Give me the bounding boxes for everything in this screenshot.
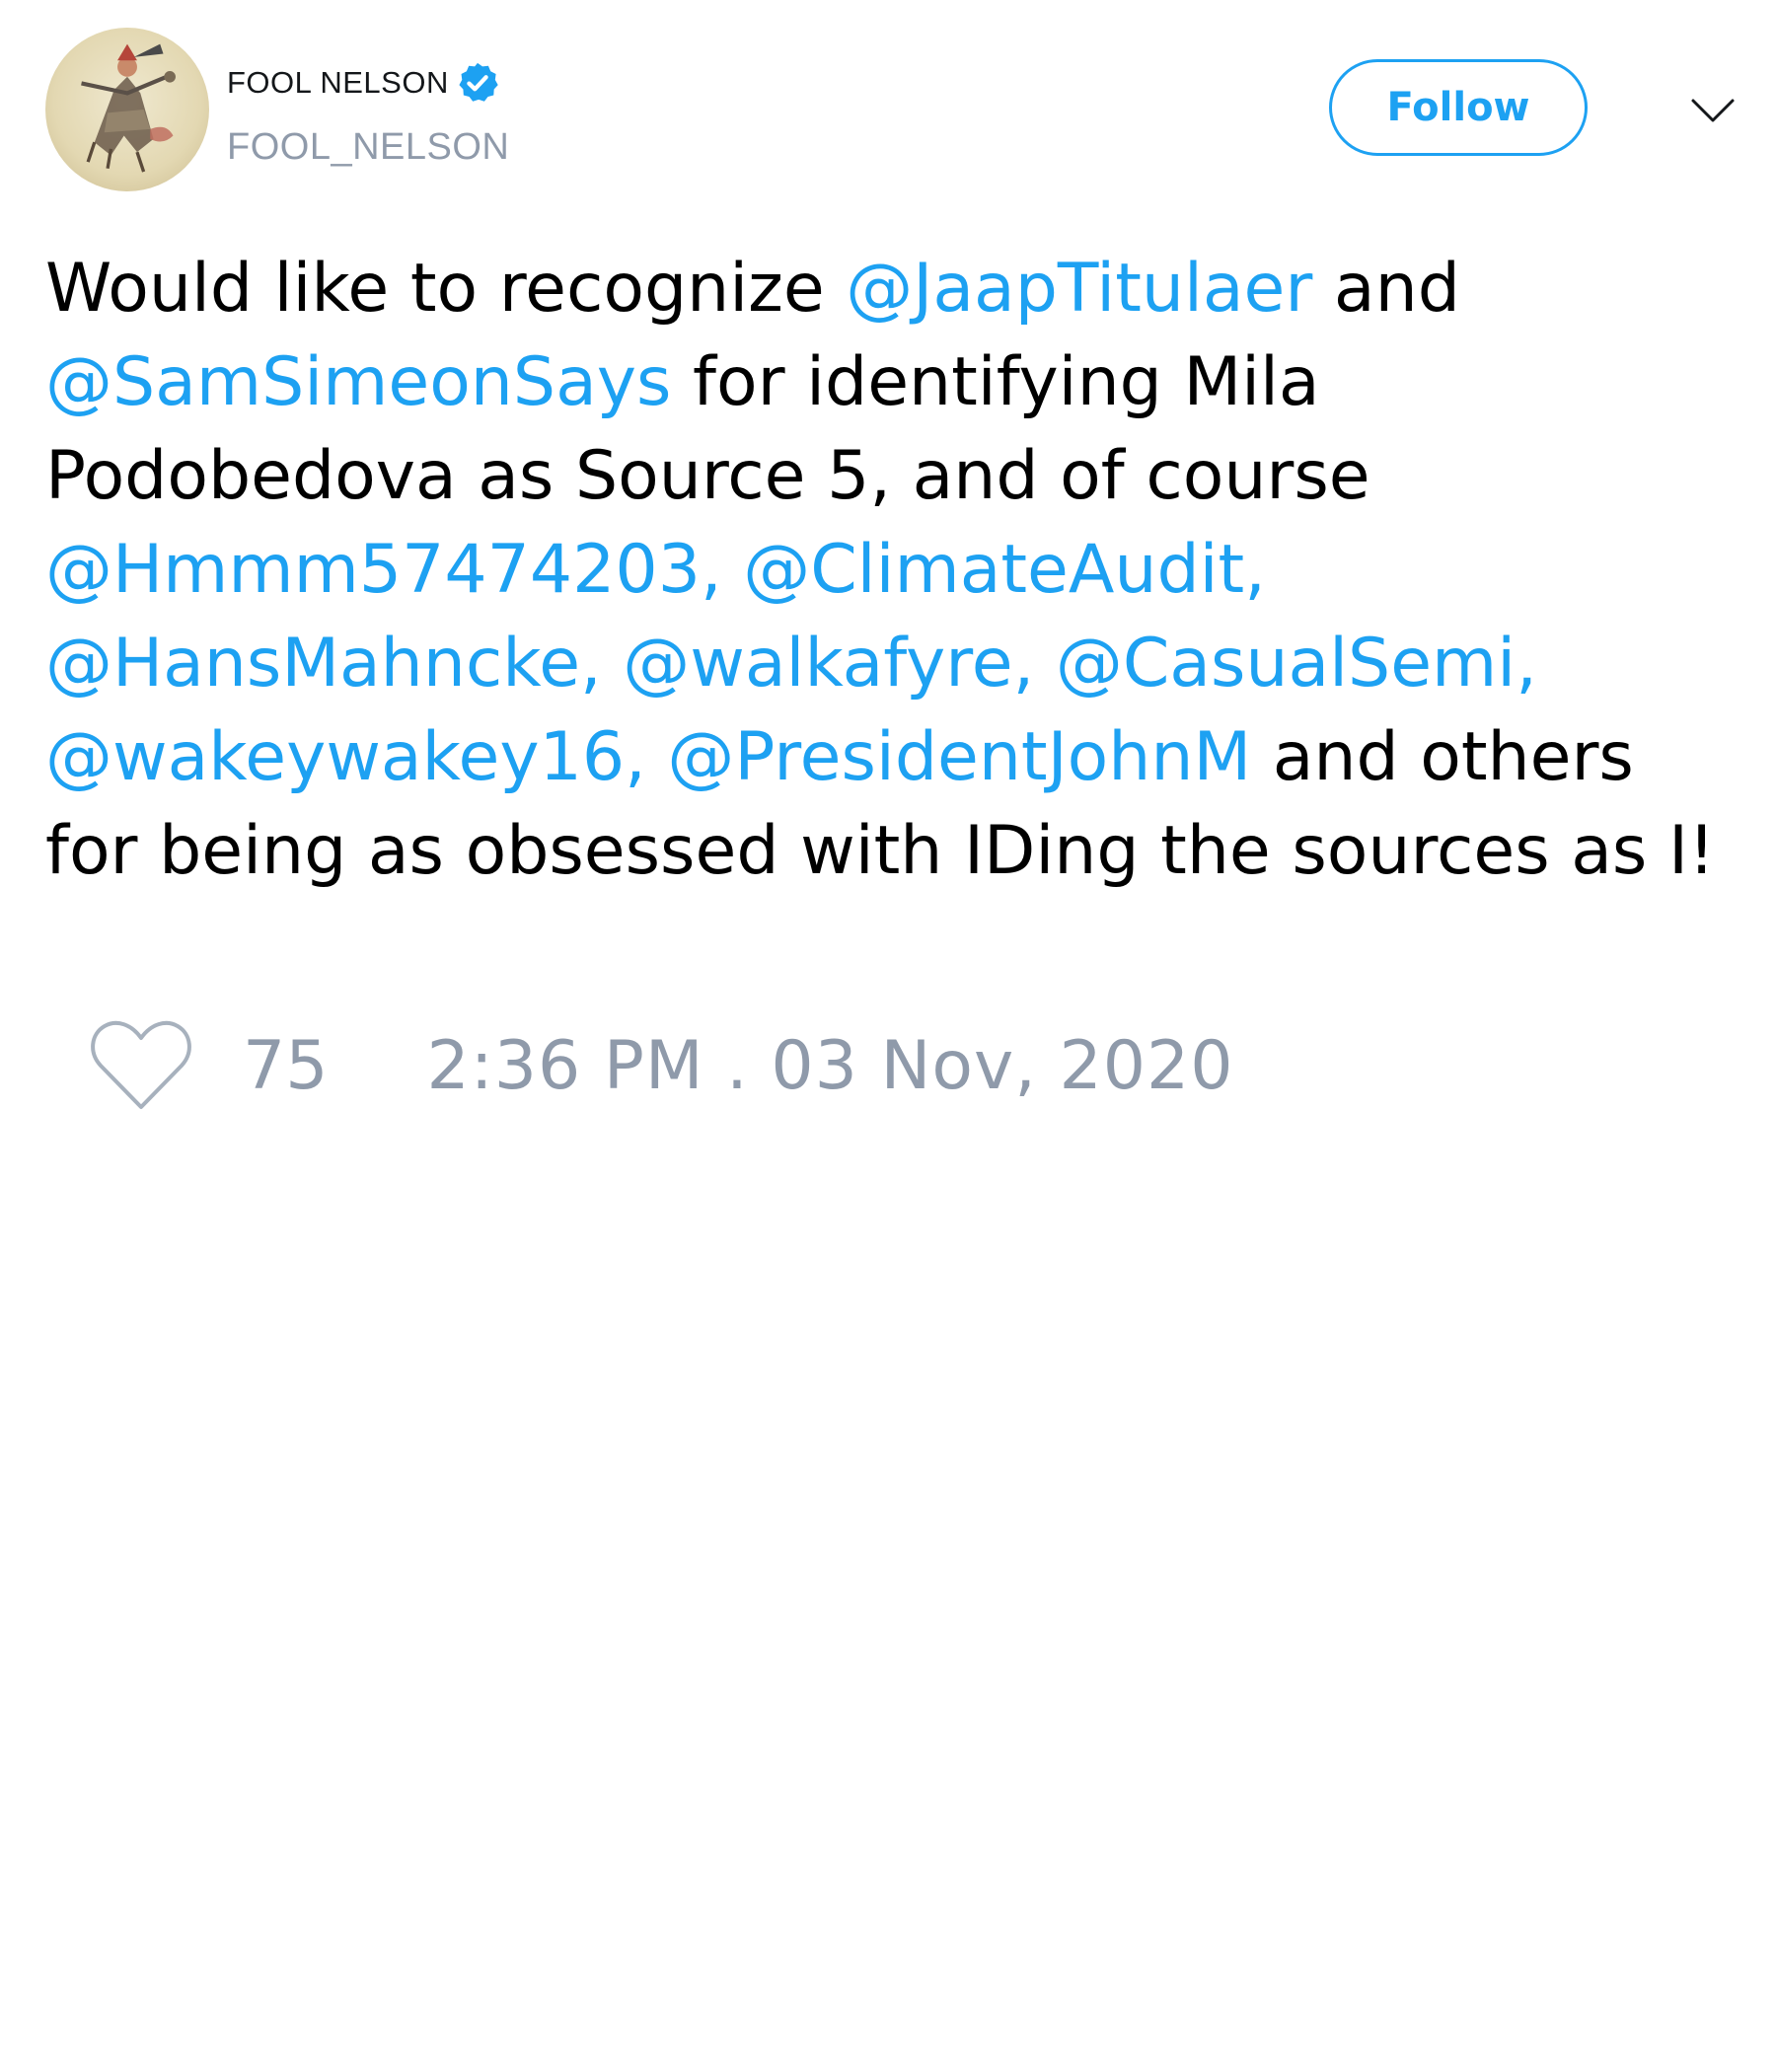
tweet-text-segment: and others: [1251, 718, 1634, 796]
tweet-text-segment: and: [1312, 250, 1460, 328]
like-count: 75: [243, 1026, 329, 1105]
tweet-footer: 75 2:36 PM . 03 Nov, 2020: [87, 1011, 1234, 1120]
tweet-line: @Hmmm57474203, @ClimateAudit,: [45, 523, 1752, 617]
heart-icon[interactable]: [87, 1016, 195, 1115]
tweet-text-segment: Would like to recognize: [45, 250, 847, 328]
tweet-text: Would like to recognize @JaapTitulaer an…: [45, 242, 1752, 898]
tweet-line: @SamSimeonSays for identifying Mila: [45, 335, 1752, 429]
chevron-down-icon[interactable]: [1689, 87, 1737, 134]
tweet-line: Podobedova as Source 5, and of course: [45, 429, 1752, 523]
verified-badge-icon: [455, 60, 500, 106]
jester-illustration-icon: [81, 43, 176, 173]
tweet-text-segment: for identifying Mila: [671, 343, 1320, 421]
mention-link[interactable]: @wakeywakey16, @PresidentJohnM: [45, 718, 1251, 796]
mention-link[interactable]: @HansMahncke, @walkafyre, @CasualSemi,: [45, 625, 1537, 703]
tweet-text-segment: for being as obsessed with IDing the sou…: [45, 812, 1716, 890]
tweet-text-segment: Podobedova as Source 5, and of course: [45, 437, 1370, 515]
display-name[interactable]: FOOL NELSON: [227, 65, 449, 101]
mention-link[interactable]: @JaapTitulaer: [846, 250, 1312, 328]
mention-link[interactable]: @SamSimeonSays: [45, 343, 671, 421]
tweet-line: @wakeywakey16, @PresidentJohnM and other…: [45, 710, 1752, 804]
avatar[interactable]: [45, 28, 209, 191]
tweet-line: for being as obsessed with IDing the sou…: [45, 804, 1752, 898]
tweet-line: Would like to recognize @JaapTitulaer an…: [45, 242, 1752, 335]
timestamp[interactable]: 2:36 PM . 03 Nov, 2020: [427, 1027, 1234, 1105]
tweet-line: @HansMahncke, @walkafyre, @CasualSemi,: [45, 617, 1752, 710]
follow-button[interactable]: Follow: [1329, 59, 1588, 156]
author-handle[interactable]: FOOL_NELSON: [227, 126, 509, 169]
author-name-row[interactable]: FOOL NELSON: [227, 61, 500, 105]
mention-link[interactable]: @Hmmm57474203, @ClimateAudit,: [45, 531, 1266, 609]
